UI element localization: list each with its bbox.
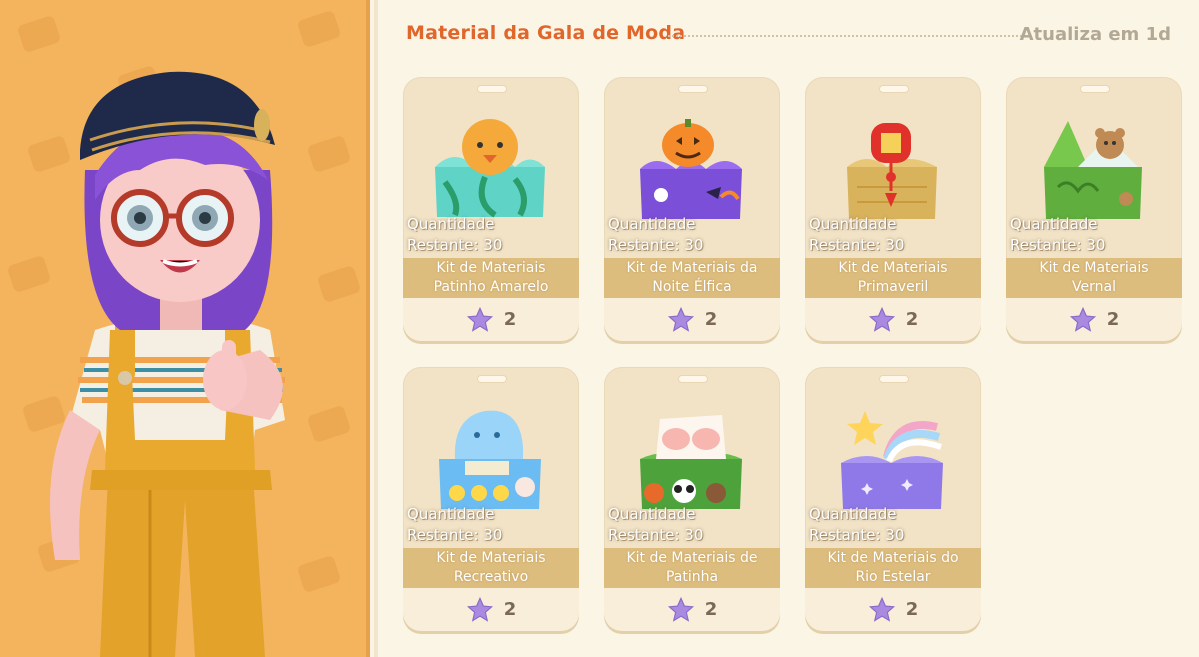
item-name: Kit de Materiais da Noite Élfica <box>626 260 758 295</box>
quantity-remaining: Quantidade Restante: 30 <box>809 214 904 256</box>
vernal-bear-kit-icon <box>1044 121 1142 219</box>
star-river-kit-icon <box>841 411 943 509</box>
card-hanger <box>678 375 708 383</box>
purple-star-icon <box>868 596 895 622</box>
purple-star-icon <box>667 596 694 622</box>
refresh-timer: Atualiza em 1d <box>1019 24 1171 45</box>
price-area: 2 <box>604 588 780 631</box>
item-card-vernal[interactable]: Quantidade Restante: 30 Kit de Materiais… <box>1006 77 1182 341</box>
remaining-label: Restante: 30 <box>809 526 905 544</box>
price-area: 2 <box>403 298 579 341</box>
price-area: 2 <box>1006 298 1182 341</box>
item-price: 2 <box>503 309 517 330</box>
card-hanger <box>477 85 507 93</box>
purple-star-icon <box>466 306 493 332</box>
item-name: Kit de Materiais Primaveril <box>838 260 948 295</box>
character-panel <box>0 0 372 657</box>
spring-lantern-kit-icon <box>847 123 937 219</box>
remaining-label: Restante: 30 <box>407 236 503 254</box>
price-area: 2 <box>403 588 579 631</box>
item-name-band: Kit de Materiais do Rio Estelar <box>805 548 981 588</box>
item-card-yellow-duck[interactable]: Quantidade Restante: 30 Kit de Materiais… <box>403 77 579 341</box>
remaining-label: Restante: 30 <box>809 236 905 254</box>
card-hanger <box>879 85 909 93</box>
price-area: 2 <box>805 298 981 341</box>
item-card-paw[interactable]: Quantidade Restante: 30 Kit de Materiais… <box>604 367 780 631</box>
item-name-band: Kit de Materiais Primaveril <box>805 258 981 298</box>
item-card-spring[interactable]: Quantidade Restante: 30 Kit de Materiais… <box>805 77 981 341</box>
purple-star-icon <box>667 306 694 332</box>
item-name-band: Kit de Materiais Patinho Amarelo <box>403 258 579 298</box>
purple-star-icon <box>466 596 493 622</box>
quantity-label: Quantidade <box>407 215 495 233</box>
item-name-band: Kit de Materiais Recreativo <box>403 548 579 588</box>
item-price: 2 <box>704 599 718 620</box>
quantity-label: Quantidade <box>608 215 696 233</box>
header-divider <box>668 35 1026 37</box>
remaining-label: Restante: 30 <box>608 236 704 254</box>
quantity-label: Quantidade <box>407 505 495 523</box>
card-hanger <box>678 85 708 93</box>
item-price: 2 <box>704 309 718 330</box>
purple-star-icon <box>1069 306 1096 332</box>
item-card-star-river[interactable]: Quantidade Restante: 30 Kit de Materiais… <box>805 367 981 631</box>
quantity-remaining: Quantidade Restante: 30 <box>608 504 703 546</box>
quantity-remaining: Quantidade Restante: 30 <box>407 504 502 546</box>
item-name: Kit de Materiais do Rio Estelar <box>827 550 959 585</box>
quantity-label: Quantidade <box>809 215 897 233</box>
purple-star-icon <box>868 306 895 332</box>
item-name: Kit de Materiais Vernal <box>1039 260 1149 295</box>
remaining-label: Restante: 30 <box>608 526 704 544</box>
item-price: 2 <box>503 599 517 620</box>
item-price: 2 <box>905 599 919 620</box>
quantity-remaining: Quantidade Restante: 30 <box>407 214 502 256</box>
halloween-kit-icon <box>640 119 742 219</box>
item-name: Kit de Materiais Patinho Amarelo <box>433 260 549 295</box>
item-name-band: Kit de Materiais Vernal <box>1006 258 1182 298</box>
quantity-label: Quantidade <box>608 505 696 523</box>
item-price: 2 <box>1106 309 1120 330</box>
shop-panel: Material da Gala de Moda Atualiza em 1d … <box>378 0 1199 657</box>
section-title: Material da Gala de Moda <box>406 22 686 44</box>
quantity-remaining: Quantidade Restante: 30 <box>809 504 904 546</box>
avatar-character-icon <box>50 71 285 657</box>
remaining-label: Restante: 30 <box>407 526 503 544</box>
item-card-elfic-night[interactable]: Quantidade Restante: 30 Kit de Materiais… <box>604 77 780 341</box>
yellow-duck-kit-icon <box>435 119 545 218</box>
paw-kit-icon <box>640 415 742 509</box>
quantity-label: Quantidade <box>1010 215 1098 233</box>
price-area: 2 <box>604 298 780 341</box>
price-area: 2 <box>805 588 981 631</box>
card-hanger <box>1080 85 1110 93</box>
item-name-band: Kit de Materiais de Patinha <box>604 548 780 588</box>
remaining-label: Restante: 30 <box>1010 236 1106 254</box>
quantity-label: Quantidade <box>809 505 897 523</box>
recreational-kit-icon <box>439 410 541 509</box>
card-hanger <box>879 375 909 383</box>
item-name-band: Kit de Materiais da Noite Élfica <box>604 258 780 298</box>
item-price: 2 <box>905 309 919 330</box>
item-card-recreational[interactable]: Quantidade Restante: 30 Kit de Materiais… <box>403 367 579 631</box>
card-hanger <box>477 375 507 383</box>
quantity-remaining: Quantidade Restante: 30 <box>1010 214 1105 256</box>
quantity-remaining: Quantidade Restante: 30 <box>608 214 703 256</box>
panel-divider <box>366 0 378 657</box>
item-name: Kit de Materiais de Patinha <box>626 550 758 585</box>
item-name: Kit de Materiais Recreativo <box>436 550 546 585</box>
